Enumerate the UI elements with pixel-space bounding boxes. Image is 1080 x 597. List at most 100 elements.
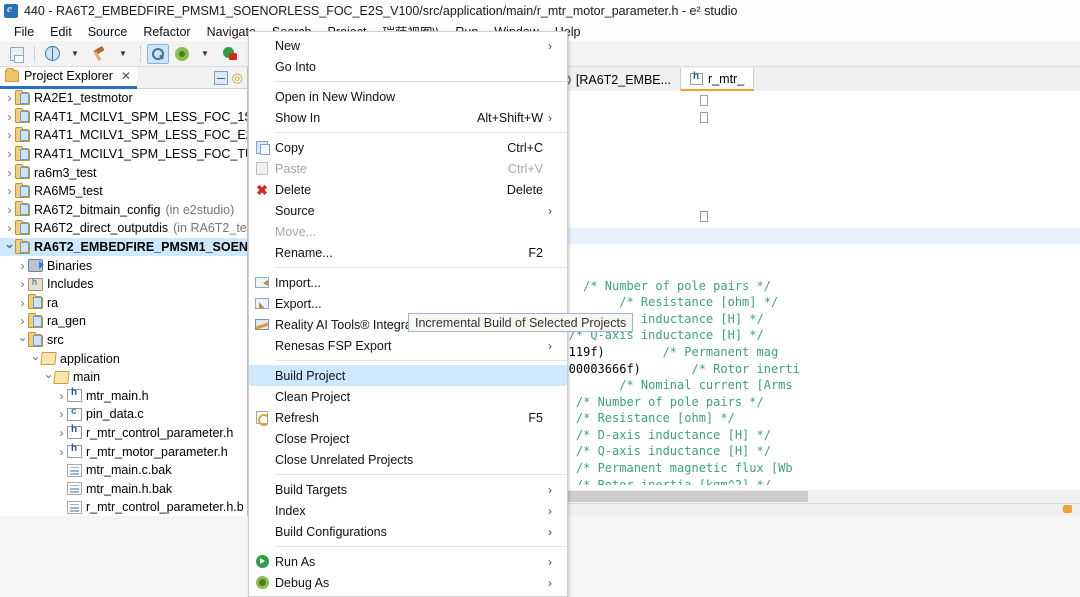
chevron-down-icon[interactable]	[17, 333, 28, 347]
context-menu-item[interactable]: Index›	[249, 500, 567, 521]
chevron-right-icon: ›	[543, 504, 557, 518]
tree-item[interactable]: pin_data.c	[0, 405, 247, 424]
context-menu-item[interactable]: Source›	[249, 200, 567, 221]
editor-tab[interactable]: [RA6T2_EMBE...	[549, 68, 681, 91]
tree-item[interactable]: src	[0, 331, 247, 350]
tree-item[interactable]: RA4T1_MCILV1_SPM_LESS_FOC_1SHUN	[0, 108, 247, 127]
context-menu-item[interactable]: CopyCtrl+C	[249, 137, 567, 158]
chevron-down-icon[interactable]	[30, 352, 41, 366]
context-menu-item-shortcut: Alt+Shift+W	[477, 111, 543, 125]
chevron-right-icon[interactable]	[4, 203, 15, 217]
chevron-right-icon[interactable]	[4, 221, 15, 235]
tree-item[interactable]: Binaries	[0, 256, 247, 275]
menu-item-source[interactable]: Source	[80, 25, 136, 39]
menu-item-refactor[interactable]: Refactor	[135, 25, 198, 39]
chevron-right-icon: ›	[543, 525, 557, 539]
search-inspect-icon[interactable]	[147, 44, 169, 64]
context-menu-item[interactable]: New›	[249, 35, 567, 56]
chevron-right-icon[interactable]	[56, 389, 67, 403]
globe-icon[interactable]	[41, 44, 63, 64]
context-menu-item[interactable]: Export...	[249, 293, 567, 314]
context-menu-item[interactable]: Go Into	[249, 56, 567, 77]
tree-item[interactable]: RA6T2_direct_outputdis(in RA6T2_test	[0, 219, 247, 238]
context-menu-item[interactable]: Build Targets›	[249, 479, 567, 500]
tree-item[interactable]: r_mtr_motor_parameter.h	[0, 442, 247, 461]
build-hammer-icon[interactable]	[89, 44, 111, 64]
tree-item[interactable]: mtr_main.c.bak	[0, 461, 247, 480]
context-menu-item[interactable]: Close Unrelated Projects	[249, 449, 567, 470]
context-menu-item-label: Rename...	[275, 246, 516, 260]
context-menu-item-label: Import...	[275, 276, 543, 290]
debug-gear-icon[interactable]	[171, 44, 193, 64]
collapse-all-icon[interactable]	[214, 71, 228, 85]
tree-item[interactable]: Includes	[0, 275, 247, 294]
tree-item-label: Includes	[47, 277, 94, 291]
chevron-right-icon[interactable]	[4, 128, 15, 142]
tree-item[interactable]: RA4T1_MCILV1_SPM_LESS_FOC_TUNER	[0, 145, 247, 164]
chevron-right-icon[interactable]	[4, 91, 15, 105]
tree-item[interactable]: ra_gen	[0, 312, 247, 331]
run-icon[interactable]	[219, 44, 241, 64]
tree-item[interactable]: mtr_main.h	[0, 387, 247, 406]
tree-item[interactable]: RA2E1_testmotor	[0, 89, 247, 108]
tree-item[interactable]: application	[0, 349, 247, 368]
tree-item-label: RA6T2_bitmain_config	[34, 203, 160, 217]
tree-item[interactable]: mtr_main.h.bak	[0, 479, 247, 498]
context-menu-item[interactable]: RefreshF5	[249, 407, 567, 428]
chevron-right-icon[interactable]	[17, 259, 28, 273]
chevron-right-icon[interactable]	[4, 166, 15, 180]
context-menu-item[interactable]: Show InAlt+Shift+W›	[249, 107, 567, 128]
context-menu-item[interactable]: Debug As›	[249, 572, 567, 593]
globe-dropdown-icon[interactable]: ▼	[65, 44, 87, 64]
tab-project-explorer[interactable]: Project Explorer ✕	[0, 67, 137, 89]
context-menu-item[interactable]: Renesas FSP Export›	[249, 335, 567, 356]
save-icon[interactable]	[6, 44, 28, 64]
chevron-right-icon[interactable]	[4, 110, 15, 124]
context-menu-item[interactable]: Close Project	[249, 428, 567, 449]
chevron-right-icon[interactable]	[17, 296, 28, 310]
tree-item-label: RA6T2_EMBEDFIRE_PMSM1_SOENORI	[34, 240, 247, 254]
chevron-right-icon[interactable]	[17, 314, 28, 328]
context-menu-item[interactable]: Run As›	[249, 551, 567, 572]
menu-item-edit[interactable]: Edit	[42, 25, 80, 39]
chevron-down-icon[interactable]	[4, 240, 15, 254]
tree-item[interactable]: RA4T1_MCILV1_SPM_LESS_FOC_E2S_V1	[0, 126, 247, 145]
tree-item[interactable]: RA6M5_test	[0, 182, 247, 201]
context-menu-item[interactable]: Open in New Window	[249, 86, 567, 107]
tree-item[interactable]: r_mtr_control_parameter.h	[0, 424, 247, 443]
chevron-right-icon[interactable]	[4, 147, 15, 161]
context-menu-item[interactable]: Import...	[249, 272, 567, 293]
close-icon[interactable]: ✕	[121, 69, 131, 83]
context-menu-item[interactable]: ✖DeleteDelete	[249, 179, 567, 200]
context-menu-item[interactable]: Rename...F2	[249, 242, 567, 263]
project-tree[interactable]: RA2E1_testmotorRA4T1_MCILV1_SPM_LESS_FOC…	[0, 89, 247, 516]
tooltip-text: Incremental Build of Selected Projects	[415, 316, 626, 330]
view-menu-icon[interactable]: ◎	[232, 70, 243, 86]
tree-item[interactable]: RA6T2_bitmain_config(in e2studio)	[0, 201, 247, 220]
tree-item[interactable]: main	[0, 368, 247, 387]
editor-tab-label: [RA6T2_EMBE...	[576, 73, 671, 87]
chevron-right-icon[interactable]	[56, 426, 67, 440]
context-menu-item-label: Paste	[275, 162, 496, 176]
debug-dropdown-icon[interactable]: ▼	[195, 44, 217, 64]
build-dropdown-icon[interactable]: ▼	[113, 44, 135, 64]
editor-tab[interactable]: r_mtr_	[681, 68, 754, 91]
chevron-right-icon[interactable]	[4, 184, 15, 198]
context-menu-item-shortcut: F5	[528, 411, 543, 425]
chevron-right-icon[interactable]	[17, 277, 28, 291]
chevron-right-icon[interactable]	[56, 407, 67, 421]
chevron-down-icon[interactable]	[43, 370, 54, 384]
project-icon	[15, 92, 30, 105]
chevron-right-icon[interactable]	[56, 445, 67, 459]
tree-item[interactable]: ra	[0, 294, 247, 313]
tree-item[interactable]: ra6m3_test	[0, 163, 247, 182]
tree-item[interactable]: r_mtr_control_parameter.h.b	[0, 498, 247, 516]
context-menu-item[interactable]: Clean Project	[249, 386, 567, 407]
context-menu-item: PasteCtrl+V	[249, 158, 567, 179]
menu-item-file[interactable]: File	[6, 25, 42, 39]
explorer-toolbar: ◎	[214, 70, 243, 86]
tree-item[interactable]: RA6T2_EMBEDFIRE_PMSM1_SOENORI	[0, 238, 247, 257]
context-menu-item[interactable]: Build Project	[249, 365, 567, 386]
app-icon	[4, 4, 18, 18]
context-menu-item[interactable]: Build Configurations›	[249, 521, 567, 542]
